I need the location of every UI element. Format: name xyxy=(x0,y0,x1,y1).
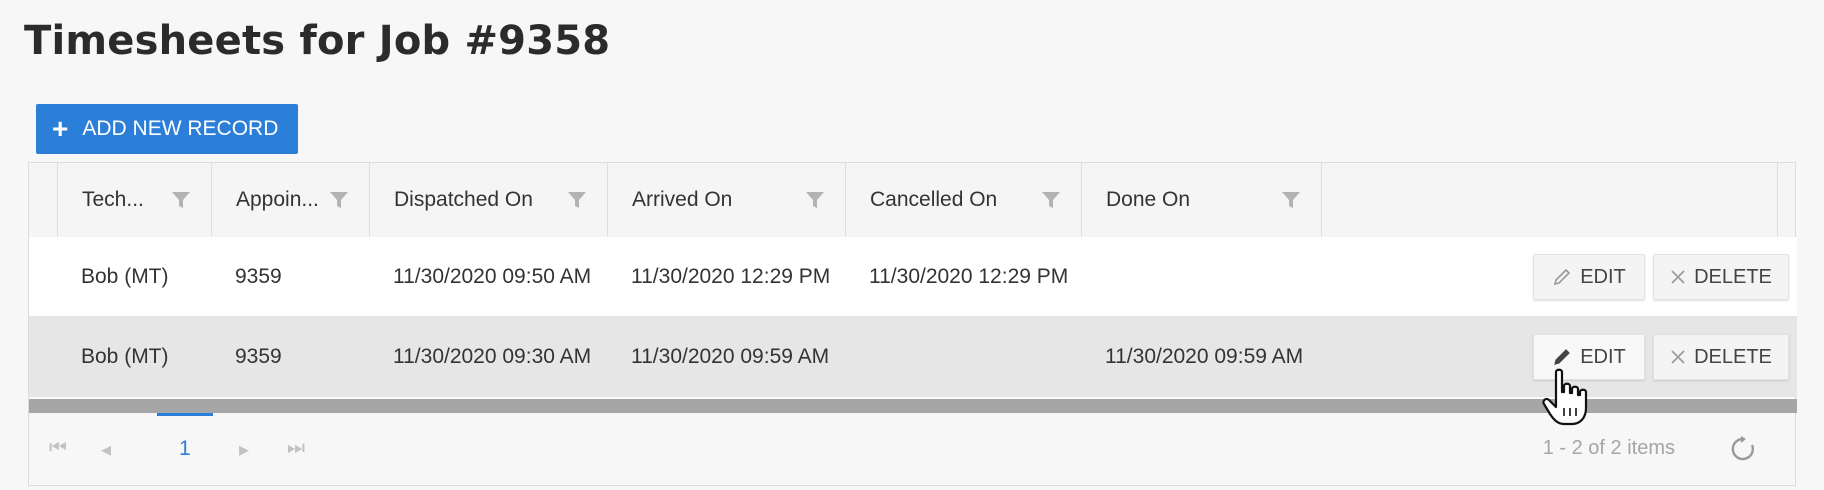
pencil-icon xyxy=(1552,267,1572,287)
plus-icon: + xyxy=(52,113,69,144)
column-header-cancelled-on[interactable]: Cancelled On xyxy=(845,163,1081,237)
cell-done-on: 11/30/2020 09:59 AM xyxy=(1105,345,1304,368)
cell-dispatched-on: 11/30/2020 09:30 AM xyxy=(393,345,592,368)
filter-icon[interactable] xyxy=(805,190,825,210)
edit-button[interactable]: EDIT xyxy=(1533,254,1645,300)
filter-icon[interactable] xyxy=(1041,190,1061,210)
close-icon xyxy=(1670,349,1686,365)
column-header-label: Done On xyxy=(1106,188,1191,211)
delete-button[interactable]: DELETE xyxy=(1653,254,1789,300)
delete-label: DELETE xyxy=(1694,265,1772,288)
delete-button[interactable]: DELETE xyxy=(1653,334,1789,380)
filter-icon[interactable] xyxy=(567,190,587,210)
cell-appointment: 9359 xyxy=(235,265,282,288)
timesheets-grid: Tech... Appoin... Dispatched On Arrived … xyxy=(28,162,1797,486)
table-row[interactable]: Bob (MT) 9359 11/30/2020 09:30 AM 11/30/… xyxy=(29,317,1797,397)
column-header-label: Arrived On xyxy=(632,188,733,211)
filter-icon[interactable] xyxy=(329,190,349,210)
page-number-current[interactable]: 1 xyxy=(179,437,191,461)
column-header-arrived-on[interactable]: Arrived On xyxy=(607,163,845,237)
edit-label: EDIT xyxy=(1580,345,1626,368)
cell-arrived-on: 11/30/2020 12:29 PM xyxy=(631,265,831,288)
header-scroll-spacer xyxy=(1777,163,1797,237)
filter-icon[interactable] xyxy=(1281,190,1301,210)
column-header-label: Tech... xyxy=(82,188,144,211)
current-page-indicator xyxy=(157,413,213,416)
column-header-dispatched-on[interactable]: Dispatched On xyxy=(369,163,607,237)
filter-icon[interactable] xyxy=(171,190,191,210)
column-header-done-on[interactable]: Done On xyxy=(1081,163,1321,237)
pager: ⏮ ◂ 1 ▸ ⏭ 1 - 2 of 2 items xyxy=(29,413,1795,485)
cell-appointment: 9359 xyxy=(235,345,282,368)
column-header-appointment[interactable]: Appoin... xyxy=(211,163,369,237)
cell-tech: Bob (MT) xyxy=(81,345,169,368)
cell-dispatched-on: 11/30/2020 09:50 AM xyxy=(393,265,592,288)
add-new-record-label: ADD NEW RECORD xyxy=(82,117,279,140)
first-page-icon[interactable]: ⏮ xyxy=(49,437,67,460)
column-header-tech[interactable]: Tech... xyxy=(57,163,211,237)
cell-cancelled-on: 11/30/2020 12:29 PM xyxy=(869,265,1069,288)
column-header-label: Cancelled On xyxy=(870,188,998,211)
previous-page-icon[interactable]: ◂ xyxy=(101,437,111,462)
grid-header: Tech... Appoin... Dispatched On Arrived … xyxy=(29,163,1795,238)
edit-label: EDIT xyxy=(1580,265,1626,288)
page-title: Timesheets for Job #9358 xyxy=(24,18,611,64)
last-page-icon[interactable]: ⏭ xyxy=(287,437,305,460)
add-new-record-button[interactable]: + ADD NEW RECORD xyxy=(36,104,298,154)
pager-info: 1 - 2 of 2 items xyxy=(1542,437,1675,459)
refresh-icon[interactable] xyxy=(1729,435,1757,463)
next-page-icon[interactable]: ▸ xyxy=(239,437,249,462)
table-row[interactable]: Bob (MT) 9359 11/30/2020 09:50 AM 11/30/… xyxy=(29,237,1797,317)
cell-cancelled-on xyxy=(845,317,869,397)
cell-arrived-on: 11/30/2020 09:59 AM xyxy=(631,345,830,368)
column-header-label: Appoin... xyxy=(236,188,319,211)
header-spacer xyxy=(29,163,57,237)
hand-cursor-icon xyxy=(1542,368,1588,426)
close-icon xyxy=(1670,269,1686,285)
cell-tech: Bob (MT) xyxy=(81,265,169,288)
pencil-icon xyxy=(1552,347,1572,367)
column-header-label: Dispatched On xyxy=(394,188,533,211)
horizontal-scrollbar[interactable] xyxy=(29,399,1797,413)
column-header-actions xyxy=(1321,163,1777,237)
delete-label: DELETE xyxy=(1694,345,1772,368)
cell-done-on xyxy=(1081,237,1105,317)
